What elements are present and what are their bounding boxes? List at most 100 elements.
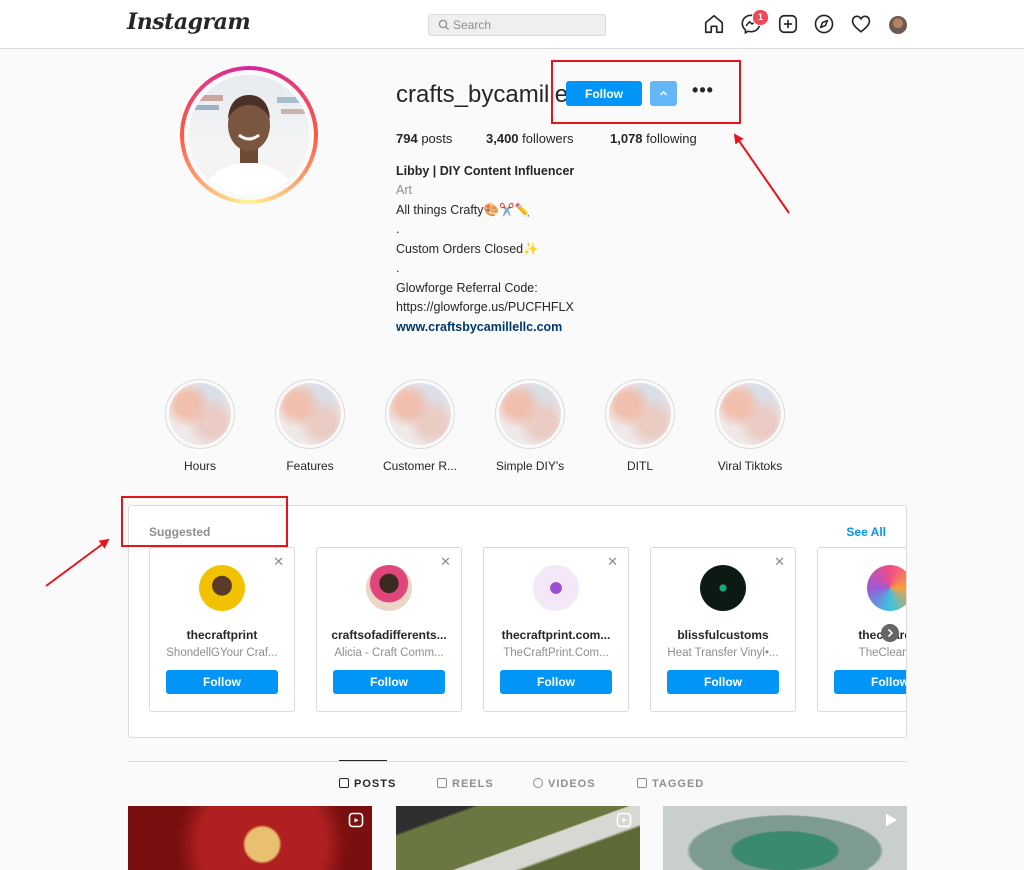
tab-label: TAGGED (652, 778, 705, 790)
bio-dot-2: . (396, 261, 400, 275)
dismiss-icon[interactable]: ✕ (440, 554, 451, 570)
scroll-right-arrow[interactable] (881, 624, 899, 642)
search-input[interactable]: Search (428, 14, 606, 36)
tab-tagged[interactable]: TAGGED (637, 778, 704, 790)
suggested-subtitle: TheCraftPrint.Com... (503, 647, 609, 659)
profile-picture[interactable] (180, 66, 318, 204)
bio-line-referral: Glowforge Referral Code: (396, 281, 538, 295)
reel-icon (348, 812, 364, 828)
post-thumbnail[interactable] (396, 806, 640, 870)
bio-dot-1: . (396, 222, 400, 236)
suggested-subtitle: Heat Transfer Vinyl•... (667, 647, 779, 659)
highlight-label: Viral Tiktoks (717, 459, 783, 473)
annotation-arrow-follow (733, 133, 790, 214)
chevron-right-icon (887, 628, 894, 638)
tagged-icon (637, 778, 647, 788)
suggested-follow-button[interactable]: Follow (500, 670, 612, 694)
highlight-label: Features (286, 459, 334, 473)
highlight-cover (715, 379, 785, 449)
highlight-cover (165, 379, 235, 449)
suggested-username[interactable]: thecraftprint (150, 628, 294, 642)
see-all-link[interactable]: See All (846, 525, 886, 539)
dismiss-icon[interactable]: ✕ (273, 554, 284, 570)
suggested-card[interactable]: ✕ thecraftprint ShondellGYour Craf... Fo… (149, 547, 295, 712)
annotation-box-suggested (121, 496, 288, 547)
suggested-follow-button[interactable]: Follow (166, 670, 278, 694)
new-post-icon[interactable] (777, 13, 799, 35)
suggested-avatar[interactable] (533, 565, 579, 611)
posts-count: 794 posts (396, 131, 452, 146)
highlight-viral-tiktoks[interactable]: Viral Tiktoks (700, 379, 800, 473)
profile-avatar[interactable] (889, 16, 907, 34)
suggested-avatar[interactable] (700, 565, 746, 611)
tab-posts[interactable]: POSTS (339, 778, 396, 790)
highlight-cover (495, 379, 565, 449)
followers-link[interactable]: 3,400 followers (486, 131, 573, 146)
tabs-divider (128, 761, 907, 762)
instagram-logo[interactable]: Instagram (127, 9, 251, 35)
suggested-follow-button[interactable]: Follow (834, 670, 906, 694)
dismiss-icon[interactable]: ✕ (774, 554, 785, 570)
following-link[interactable]: 1,078 following (610, 131, 697, 146)
grid-icon (339, 778, 349, 788)
tab-label: REELS (452, 778, 494, 790)
suggested-subtitle: Alicia - Craft Comm... (334, 647, 444, 659)
annotation-box-follow (551, 60, 741, 124)
bio-website-link[interactable]: www.craftsbycamillellc.com (396, 320, 562, 334)
suggested-card[interactable]: ✕ blissfulcustoms Heat Transfer Vinyl•..… (650, 547, 796, 712)
dismiss-icon[interactable]: ✕ (607, 554, 618, 570)
reels-icon (437, 778, 447, 788)
suggested-username[interactable]: thecraftprint.com... (484, 628, 628, 642)
highlight-ditl[interactable]: DITL (590, 379, 690, 473)
explore-icon[interactable] (813, 13, 835, 35)
suggested-subtitle: ShondellGYour Craf... (166, 647, 278, 659)
top-navigation-bar: Instagram Search 1 (0, 0, 1024, 49)
video-icon (886, 813, 897, 827)
bio-line-custom-orders: Custom Orders Closed✨ (396, 242, 539, 256)
bio-line-crafty: All things Crafty🎨✂️✏️ (396, 203, 531, 217)
followers-count-value: 3,400 (486, 131, 519, 146)
highlight-label: DITL (626, 459, 653, 473)
suggested-subtitle: TheClearest (858, 647, 906, 659)
tab-label: POSTS (354, 778, 397, 790)
highlight-features[interactable]: Features (260, 379, 360, 473)
home-icon[interactable] (703, 13, 725, 35)
following-count-value: 1,078 (610, 131, 643, 146)
suggested-card[interactable]: ✕ craftsofadifferents... Alicia - Craft … (316, 547, 462, 712)
suggested-follow-button[interactable]: Follow (667, 670, 779, 694)
highlight-customer-reviews[interactable]: Customer R... (370, 379, 470, 473)
suggested-avatar[interactable] (867, 565, 906, 611)
highlight-cover (385, 379, 455, 449)
active-tab-indicator (339, 760, 387, 761)
highlight-label: Hours (183, 459, 216, 473)
search-icon (438, 19, 450, 31)
highlight-cover (605, 379, 675, 449)
highlight-label: Simple DIY's (495, 459, 565, 473)
annotation-arrow-suggested (45, 538, 110, 587)
highlight-hours[interactable]: Hours (150, 379, 250, 473)
suggested-avatar[interactable] (199, 565, 245, 611)
suggested-avatar[interactable] (366, 565, 412, 611)
suggested-follow-button[interactable]: Follow (333, 670, 445, 694)
tab-reels[interactable]: REELS (437, 778, 494, 790)
bio-name: Libby | DIY Content Influencer (396, 164, 575, 178)
post-thumbnail[interactable] (663, 806, 907, 870)
suggested-username[interactable]: blissfulcustoms (651, 628, 795, 642)
search-placeholder: Search (453, 18, 492, 32)
followers-count-label: followers (522, 131, 574, 146)
tab-videos[interactable]: VIDEOS (533, 778, 596, 790)
profile-username: crafts_bycamille (396, 81, 569, 108)
post-thumbnail[interactable] (128, 806, 372, 870)
bio-category: Art (396, 183, 412, 197)
activity-heart-icon[interactable] (850, 13, 872, 35)
notification-badge: 1 (752, 9, 769, 26)
posts-count-label: posts (421, 131, 453, 146)
highlight-label: Customer R... (382, 459, 457, 473)
highlight-simple-diys[interactable]: Simple DIY's (480, 379, 580, 473)
suggested-username[interactable]: craftsofadifferents... (317, 628, 461, 642)
posts-count-value: 794 (396, 131, 418, 146)
highlight-cover (275, 379, 345, 449)
tab-label: VIDEOS (548, 778, 596, 790)
bio-referral-url: https://glowforge.us/PUCFHFLX (396, 300, 574, 314)
suggested-card[interactable]: ✕ thecraftprint.com... TheCraftPrint.Com… (483, 547, 629, 712)
